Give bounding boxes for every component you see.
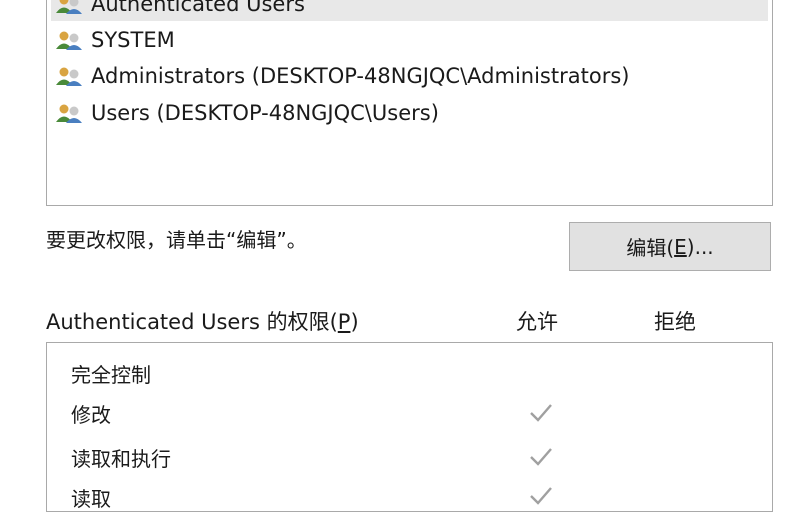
- list-item-users[interactable]: Users (DESKTOP-48NGJQC\Users): [51, 96, 768, 130]
- permission-label: 完全控制: [71, 362, 151, 387]
- list-item-label: SYSTEM: [91, 28, 175, 52]
- permissions-title: Authenticated Users 的权限(P): [46, 306, 359, 336]
- user-group-icon: [56, 104, 82, 123]
- list-item-administrators[interactable]: Administrators (DESKTOP-48NGJQC\Administ…: [51, 59, 768, 93]
- list-item-authenticated-users[interactable]: Authenticated Users: [51, 0, 768, 21]
- permissions-title-accelerator: P: [337, 310, 351, 334]
- permission-label: 修改: [71, 402, 111, 427]
- permission-row-modify: 修改: [71, 393, 111, 433]
- allow-check-icon-modify: [530, 404, 552, 422]
- permission-row-full-control: 完全控制: [71, 353, 151, 393]
- user-group-icon: [56, 67, 82, 86]
- deny-column-header: 拒绝: [654, 310, 696, 334]
- list-item-label: Users (DESKTOP-48NGJQC\Users): [91, 101, 439, 125]
- list-item-system[interactable]: SYSTEM: [51, 23, 768, 57]
- list-item-label: Authenticated Users: [91, 0, 305, 16]
- user-group-icon: [56, 31, 82, 50]
- edit-button[interactable]: 编辑(E)...: [569, 222, 771, 271]
- permissions-title-after: ): [350, 310, 359, 334]
- user-group-icon: [56, 0, 82, 14]
- permission-row-read-execute: 读取和执行: [71, 437, 171, 477]
- permission-label: 读取: [71, 486, 111, 511]
- allow-check-icon-read-execute: [530, 448, 552, 466]
- allow-column-header: 允许: [516, 310, 558, 334]
- edit-button-label-before: 编辑(: [626, 236, 675, 260]
- permission-row-read: 读取: [71, 477, 111, 517]
- permissions-title-before: Authenticated Users 的权限(: [46, 310, 338, 334]
- edit-button-accelerator: E: [674, 234, 687, 259]
- list-item-label: Administrators (DESKTOP-48NGJQC\Administ…: [91, 64, 630, 88]
- group-user-list[interactable]: Authenticated Users SYSTEM Administrator…: [46, 0, 773, 206]
- permissions-list[interactable]: 完全控制 修改 读取和执行 读取: [46, 342, 773, 512]
- allow-check-icon-read: [530, 487, 552, 505]
- permission-label: 读取和执行: [71, 446, 171, 471]
- edit-hint-text: 要更改权限，请单击“编辑”。: [46, 228, 307, 252]
- edit-button-label-after: )...: [686, 234, 714, 259]
